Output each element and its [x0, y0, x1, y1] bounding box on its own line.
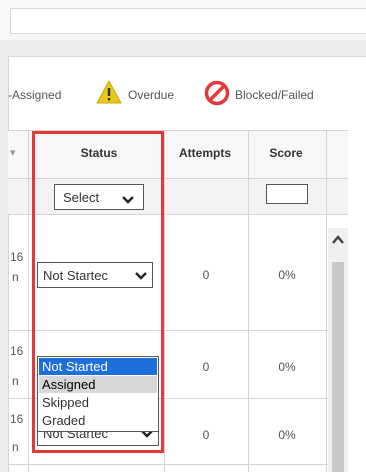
date-fragment: n — [12, 270, 19, 284]
attempts-value: 0 — [202, 360, 210, 374]
score-value: 0% — [278, 428, 296, 442]
column-header-score[interactable]: Score — [248, 146, 324, 160]
attempts-value: 0 — [202, 428, 210, 442]
scroll-up-icon[interactable] — [330, 232, 346, 248]
date-fragment: 16 — [10, 344, 24, 358]
grid-line — [164, 130, 165, 472]
date-fragment: n — [12, 440, 19, 454]
sort-indicator-icon: ▾ — [10, 147, 16, 159]
top-search-field[interactable] — [10, 8, 366, 34]
date-fragment: 16 — [10, 412, 24, 426]
grid-line — [28, 130, 29, 472]
attempts-value: 0 — [202, 268, 210, 282]
date-fragment: 16 — [10, 250, 24, 264]
grid-line — [248, 130, 249, 472]
column-header-attempts[interactable]: Attempts — [164, 146, 246, 160]
legend-blocked-label: Blocked/Failed — [235, 88, 314, 102]
legend-overdue-label: Overdue — [128, 88, 175, 102]
score-value: 0% — [278, 360, 296, 374]
date-fragment: n — [12, 374, 19, 388]
warning-icon — [96, 79, 122, 104]
grid-line — [8, 464, 328, 465]
status-legend: -Assigned Overdue Blocked/Failed — [8, 76, 366, 116]
score-value: 0% — [278, 268, 296, 282]
blocked-icon — [204, 80, 230, 106]
legend-assigned-label: -Assigned — [8, 88, 62, 102]
status-column-highlight — [32, 131, 164, 453]
scrollbar-thumb[interactable] — [332, 262, 344, 472]
score-filter-input[interactable] — [266, 184, 308, 204]
grid-line — [326, 130, 327, 472]
